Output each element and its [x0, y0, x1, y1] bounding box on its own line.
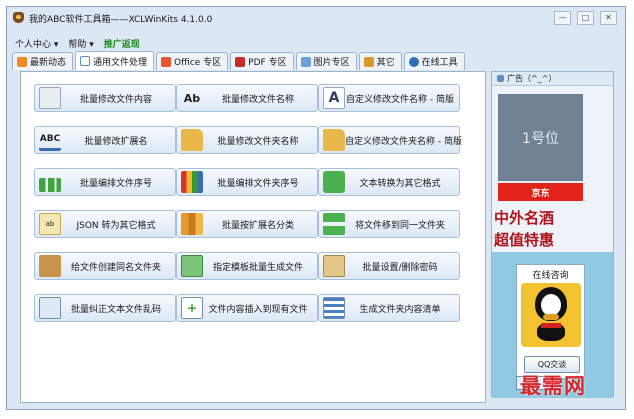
tab-label: 通用文件处理 [93, 57, 148, 68]
tab-label: 在线工具 [421, 58, 458, 68]
globe-icon [408, 56, 419, 67]
pdf-icon [235, 56, 246, 67]
json-convert-button[interactable]: ab JSON 转为其它格式 [34, 210, 176, 238]
button-label: 文件内容插入到现有文件 [208, 304, 308, 315]
text-fix-icon [39, 297, 61, 319]
button-label: 自定义修改文件夹名称 - 简版 [345, 136, 462, 147]
batch-number-folders-button[interactable]: 批量编排文件夹序号 [176, 168, 318, 196]
create-same-name-folder-button[interactable]: 给文件创建同名文件夹 [34, 252, 176, 280]
batch-rename-folders-button[interactable]: 批量修改文件夹名称 [176, 126, 318, 154]
batch-number-files-button[interactable]: 批量编排文件序号 [34, 168, 176, 196]
button-label: 批量编排文件夹序号 [217, 178, 299, 189]
tab-images[interactable]: 图片专区 [295, 52, 357, 70]
watermark: 最需网 [520, 374, 586, 398]
tab-bar: 最新动态 通用文件处理 Office 专区 PDF 专区 图片专区 其它 在线工… [12, 51, 465, 70]
tab-label: PDF 专区 [248, 58, 287, 68]
custom-rename-files-button[interactable]: A 自定义修改文件名称 - 简版 [318, 84, 460, 112]
button-label: 将文件移到同一文件夹 [354, 220, 445, 231]
menu-personal-center[interactable]: 个人中心 ▾ [15, 37, 58, 50]
button-label: 批量修改文件夹名称 [217, 136, 299, 147]
button-label: 文本转换为其它格式 [359, 178, 441, 189]
qq-penguin-icon [521, 283, 581, 347]
template-icon [181, 255, 203, 277]
json-convert-icon: ab [39, 213, 61, 235]
folder-user-icon [323, 129, 345, 151]
clipboard-icon [363, 56, 374, 67]
rss-icon [17, 56, 27, 67]
colorful-bars-icon [181, 171, 203, 193]
abc-icon: ABC [39, 129, 61, 151]
ad-header-label: 广告（^_^） [507, 73, 557, 83]
button-label: 批量修改扩展名 [84, 136, 148, 147]
package-icon [39, 255, 61, 277]
list-icon [323, 297, 345, 319]
letter-a-icon: A [323, 87, 345, 109]
batch-change-extension-button[interactable]: ABC 批量修改扩展名 [34, 126, 176, 154]
tab-label: 最新动态 [30, 58, 67, 68]
button-label: 指定模板批量生成文件 [212, 262, 303, 273]
window-title: 我的ABC软件工具箱——XCLWinKits 4.1.0.0 [29, 15, 213, 25]
move-files-icon [323, 213, 345, 235]
office-icon [161, 56, 172, 67]
menu-referral[interactable]: 推广返现 [104, 37, 140, 50]
minimize-button[interactable]: — [554, 11, 571, 25]
ad-wine-line-2[interactable]: 超值特惠 [494, 229, 554, 250]
batch-password-button[interactable]: 批量设置/删除密码 [318, 252, 460, 280]
close-button[interactable]: ✕ [600, 11, 617, 25]
convert-icon [323, 171, 345, 193]
qq-consult-card: 在线咨询 QQ交谈 [516, 264, 585, 379]
tab-other[interactable]: 其它 [358, 52, 402, 70]
tab-pdf[interactable]: PDF 专区 [230, 52, 294, 70]
insert-file-icon: + [181, 297, 203, 319]
button-label: JSON 转为其它格式 [76, 220, 156, 231]
fix-text-encoding-button[interactable]: 批量纠正文本文件乱码 [34, 294, 176, 322]
menu-bar: 个人中心 ▾ 帮助 ▾ 推广返现 [15, 37, 140, 50]
custom-rename-folders-button[interactable]: 自定义修改文件夹名称 - 简版 [318, 126, 462, 154]
button-label: 自定义修改文件名称 - 简版 [346, 94, 454, 105]
tab-news[interactable]: 最新动态 [12, 52, 74, 70]
title-bar: 我的ABC软件工具箱——XCLWinKits 4.1.0.0 — □ ✕ [7, 7, 625, 29]
move-to-one-folder-button[interactable]: 将文件移到同一文件夹 [318, 210, 460, 238]
button-label: 批量纠正文本文件乱码 [70, 304, 161, 315]
button-label: 给文件创建同名文件夹 [70, 262, 161, 273]
tab-label: 其它 [376, 58, 395, 68]
folder-edit-icon [181, 129, 203, 151]
tool-panel: 批量修改文件内容 Ab 批量修改文件名称 A 自定义修改文件名称 - 简版 AB… [20, 71, 486, 403]
password-icon [323, 255, 345, 277]
restore-button[interactable]: □ [577, 11, 594, 25]
picture-icon [300, 56, 311, 67]
button-label: 批量修改文件名称 [221, 94, 294, 105]
classify-by-extension-button[interactable]: 批量按扩展名分类 [176, 210, 318, 238]
window-controls: — □ ✕ [554, 11, 617, 25]
tab-office[interactable]: Office 专区 [156, 52, 229, 70]
ad-slot-1[interactable]: 1号位 [498, 94, 583, 181]
ad-header: 广告（^_^） [492, 72, 613, 86]
menu-help[interactable]: 帮助 ▾ [68, 37, 93, 50]
ad-icon [497, 75, 504, 82]
qq-card-title: 在线咨询 [532, 271, 569, 281]
tab-general-files[interactable]: 通用文件处理 [75, 51, 155, 70]
jd-logo[interactable]: 京东 [498, 183, 583, 201]
bar-chart-icon [39, 178, 61, 192]
tab-label: Office 专区 [174, 58, 222, 68]
button-label: 批量编排文件序号 [79, 178, 152, 189]
books-icon [181, 213, 203, 235]
button-label: 批量设置/删除密码 [362, 262, 438, 273]
insert-into-file-button[interactable]: + 文件内容插入到现有文件 [176, 294, 318, 322]
generate-from-template-button[interactable]: 指定模板批量生成文件 [176, 252, 318, 280]
batch-edit-file-content-button[interactable]: 批量修改文件内容 [34, 84, 176, 112]
document-edit-icon [39, 87, 61, 109]
button-label: 生成文件夹内容清单 [359, 304, 441, 315]
ad-wine-line-1[interactable]: 中外名酒 [494, 207, 554, 228]
app-logo-icon [13, 12, 24, 23]
batch-rename-files-button[interactable]: Ab 批量修改文件名称 [176, 84, 318, 112]
button-label: 批量按扩展名分类 [221, 220, 294, 231]
button-label: 批量修改文件内容 [79, 94, 152, 105]
convert-text-format-button[interactable]: 文本转换为其它格式 [318, 168, 460, 196]
tab-label: 图片专区 [313, 58, 350, 68]
tab-online-tools[interactable]: 在线工具 [403, 52, 465, 70]
ab-pencil-icon: Ab [183, 91, 201, 105]
folder-listing-button[interactable]: 生成文件夹内容清单 [318, 294, 460, 322]
document-icon [80, 56, 91, 66]
